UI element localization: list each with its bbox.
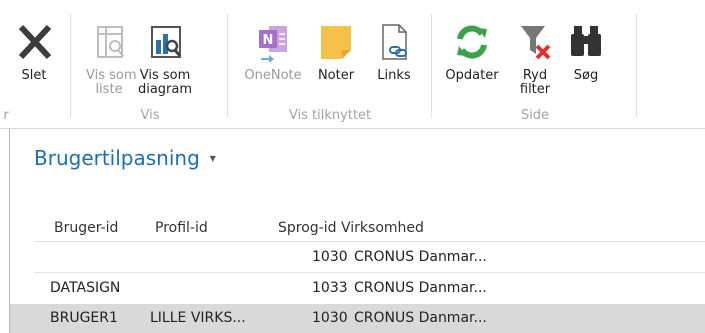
row-separator xyxy=(34,272,705,273)
cell-user-id: DATASIGN xyxy=(50,280,121,296)
table-row[interactable]: 1030 CRONUS Danmar... xyxy=(10,243,705,272)
onenote-button[interactable]: N OneNote xyxy=(240,22,306,83)
column-header-language-id[interactable]: Sprog-id xyxy=(278,220,337,236)
view-as-list-label-2: liste xyxy=(95,82,123,97)
cell-company: CRONUS Danmar... xyxy=(354,249,487,265)
search-button[interactable]: Søg xyxy=(566,22,606,83)
clear-filter-button[interactable]: Ryd filter xyxy=(510,22,560,97)
delete-button[interactable]: Slet xyxy=(14,22,54,83)
group-label-vis: Vis xyxy=(140,108,160,123)
cell-language-id: 1030 xyxy=(312,310,348,326)
page-title[interactable]: Brugertilpasning ▾ xyxy=(34,146,216,170)
clear-filter-label-2: filter xyxy=(519,82,551,97)
group-separator xyxy=(431,14,432,118)
refresh-button[interactable]: Opdater xyxy=(441,22,503,83)
ribbon: Slet r Vis som liste Vis som diagram Vis… xyxy=(0,0,705,129)
group-separator xyxy=(636,14,637,118)
header-separator xyxy=(34,241,705,242)
cell-company: CRONUS Danmar... xyxy=(354,280,487,296)
delete-x-icon xyxy=(14,22,54,64)
refresh-label: Opdater xyxy=(445,68,499,83)
table-row-selected[interactable]: BRUGER1 LILLE VIRKS... 1030 CRONUS Danma… xyxy=(10,304,705,333)
clear-filter-label-1: Ryd xyxy=(522,68,548,83)
onenote-label: OneNote xyxy=(244,68,302,83)
column-header-user-id[interactable]: Bruger-id xyxy=(54,220,118,236)
group-label-side: Side xyxy=(520,108,550,123)
svg-text:N: N xyxy=(263,33,274,48)
view-as-chart-label-1: Vis som xyxy=(139,68,191,83)
page-title-text: Brugertilpasning xyxy=(34,146,200,170)
column-header-profile-id[interactable]: Profil-id xyxy=(155,220,208,236)
link-document-icon xyxy=(374,22,414,64)
cell-user-id: BRUGER1 xyxy=(50,310,118,326)
view-as-list-label-1: Vis som xyxy=(86,68,137,83)
binoculars-icon xyxy=(566,22,606,64)
clear-filter-icon xyxy=(510,22,560,64)
list-view-icon xyxy=(86,22,132,64)
group-separator xyxy=(70,14,71,118)
group-label-vis-tilknyttet: Vis tilknyttet xyxy=(288,108,372,123)
search-label: Søg xyxy=(573,68,599,83)
view-as-chart-button[interactable]: Vis som diagram xyxy=(137,22,193,97)
links-button[interactable]: Links xyxy=(374,22,414,83)
view-as-chart-label-2: diagram xyxy=(137,82,193,97)
cell-company: CRONUS Danmar... xyxy=(354,310,487,326)
table-row[interactable]: DATASIGN 1033 CRONUS Danmar... xyxy=(10,274,705,303)
links-label: Links xyxy=(377,68,411,83)
chart-view-icon xyxy=(137,22,193,64)
onenote-icon: N xyxy=(240,22,306,64)
group-label-cut: r xyxy=(3,108,9,123)
cell-language-id: 1033 xyxy=(312,280,348,296)
refresh-icon xyxy=(441,22,503,64)
notes-label: Noter xyxy=(317,68,355,83)
sticky-note-icon xyxy=(313,22,359,64)
view-as-list-button[interactable]: Vis som liste xyxy=(86,22,137,97)
chevron-down-icon[interactable]: ▾ xyxy=(210,151,216,165)
cell-profile-id: LILLE VIRKS... xyxy=(150,310,246,326)
column-header-company[interactable]: Virksomhed xyxy=(341,220,424,236)
delete-button-label: Slet xyxy=(21,68,47,83)
notes-button[interactable]: Noter xyxy=(313,22,359,83)
cell-language-id: 1030 xyxy=(312,249,348,265)
group-separator xyxy=(227,14,228,118)
